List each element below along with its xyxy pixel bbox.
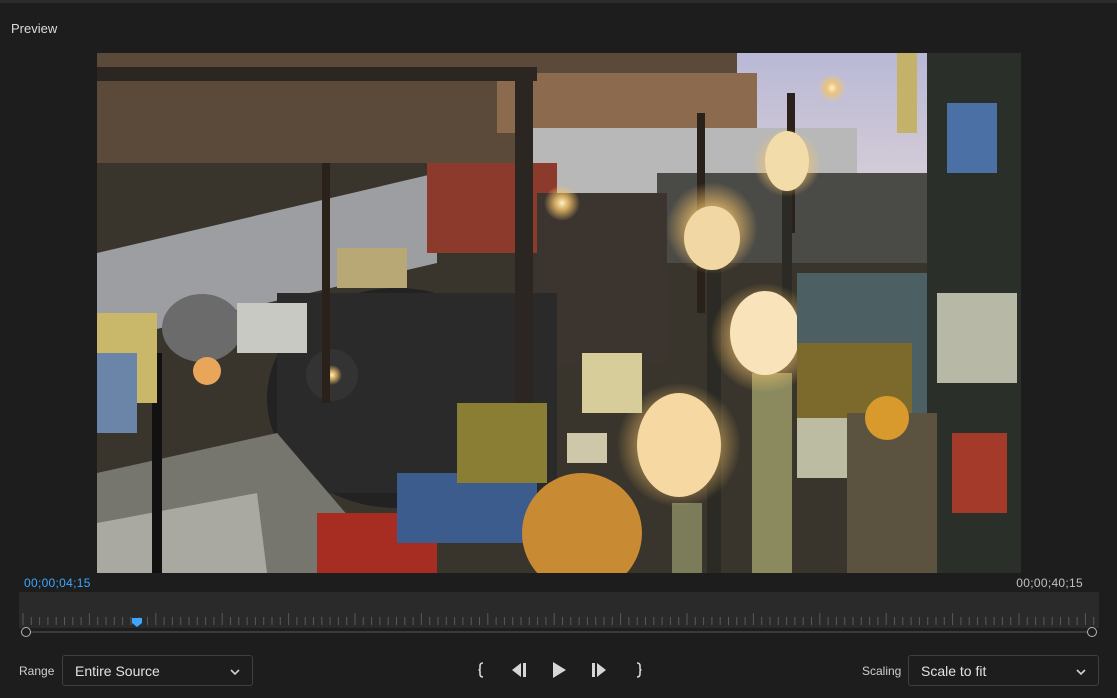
- current-timecode[interactable]: 00;00;04;15: [24, 576, 91, 590]
- duration-timecode: 00;00;40;15: [1016, 576, 1083, 590]
- in-out-range-track[interactable]: [26, 631, 1092, 633]
- out-point-handle[interactable]: [1087, 627, 1097, 637]
- in-point-handle[interactable]: [21, 627, 31, 637]
- panel-title: Preview: [11, 21, 58, 36]
- play-button[interactable]: [547, 658, 571, 682]
- chevron-down-icon: [230, 669, 240, 676]
- step-forward-button[interactable]: [587, 658, 611, 682]
- range-select-value: Entire Source: [75, 663, 160, 679]
- timeline-ticks: [22, 613, 1095, 625]
- step-forward-icon: [592, 663, 606, 677]
- preview-video-frame: [97, 53, 1021, 573]
- timeline-ruler[interactable]: [19, 592, 1099, 628]
- step-back-button[interactable]: [507, 658, 531, 682]
- mark-out-icon: [636, 662, 642, 678]
- play-icon: [553, 662, 566, 678]
- playhead-marker[interactable]: [131, 614, 142, 627]
- step-back-icon: [512, 663, 526, 677]
- chevron-down-icon: [1076, 669, 1086, 676]
- scaling-label: Scaling: [862, 664, 902, 678]
- mark-out-button[interactable]: [626, 658, 650, 682]
- range-label: Range: [19, 664, 55, 678]
- panel-top-border: [0, 0, 1117, 3]
- mark-in-button[interactable]: [470, 658, 494, 682]
- scaling-select[interactable]: Scale to fit: [908, 655, 1099, 686]
- mark-in-icon: [478, 662, 484, 678]
- scaling-select-value: Scale to fit: [921, 663, 987, 679]
- range-select[interactable]: Entire Source: [62, 655, 253, 686]
